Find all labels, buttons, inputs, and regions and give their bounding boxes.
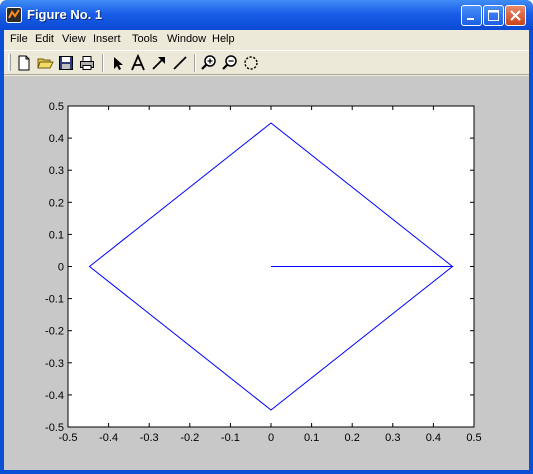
close-icon — [510, 10, 521, 21]
y-tick-label: -0.5 — [45, 422, 64, 434]
x-tick-label: -0.2 — [180, 432, 199, 444]
figure-window: Figure No. 1 File Edit View Insert Tools… — [0, 0, 533, 474]
figure-canvas[interactable]: -0.5 -0.4 -0.3 -0.2 -0.1 0 0.1 0.2 0.3 0.4 0.5 -0.5… — [4, 76, 529, 470]
minimize-button[interactable] — [461, 5, 482, 26]
x-tick-label: 0.2 — [345, 432, 360, 444]
new-document-icon — [18, 55, 30, 71]
rotate-icon — [244, 56, 258, 70]
y-tick-label: -0.2 — [45, 326, 64, 338]
open-folder-icon — [37, 58, 54, 69]
menu-tools[interactable]: Tools — [132, 33, 158, 45]
x-tick-label: 0.4 — [426, 432, 441, 444]
toolbar-separator — [102, 54, 104, 72]
zoom-in-icon — [201, 55, 216, 70]
y-tick-label: -0.1 — [45, 294, 64, 306]
x-tick-label: 0.1 — [304, 432, 319, 444]
save-button[interactable] — [57, 54, 75, 72]
matlab-figure-icon — [6, 7, 22, 23]
x-tick-label: -0.1 — [221, 432, 240, 444]
menu-window[interactable]: Window — [167, 33, 206, 45]
zoom-in-button[interactable] — [200, 54, 218, 72]
y-tick-label: -0.4 — [45, 390, 64, 402]
new-figure-button[interactable] — [15, 54, 33, 72]
text-a-icon — [131, 54, 145, 71]
y-tick-label: 0.2 — [49, 197, 64, 209]
edit-plot-button[interactable] — [108, 54, 126, 72]
line-icon — [173, 56, 187, 70]
y-tick-label: 0.1 — [49, 229, 64, 241]
close-button[interactable] — [505, 5, 526, 26]
x-tick-label: 0 — [268, 432, 274, 444]
x-tick-label: -0.3 — [140, 432, 159, 444]
zoom-out-button[interactable] — [221, 54, 239, 72]
menu-insert[interactable]: Insert — [93, 33, 121, 45]
y-tick-label: -0.3 — [45, 358, 64, 370]
axes[interactable]: -0.5 -0.4 -0.3 -0.2 -0.1 0 0.1 0.2 0.3 0.4 0.5-0.5… — [45, 101, 482, 444]
minimize-icon — [467, 18, 474, 20]
x-tick-label: -0.4 — [99, 432, 118, 444]
toolbar — [4, 50, 529, 75]
y-tick-label: 0.3 — [49, 165, 64, 177]
save-disk-icon — [59, 56, 73, 70]
insert-line-button[interactable] — [171, 54, 189, 72]
y-tick-label: 0 — [58, 262, 64, 274]
insert-text-button[interactable] — [129, 54, 147, 72]
window-title: Figure No. 1 — [27, 7, 103, 22]
toolbar-separator — [194, 54, 196, 72]
zoom-out-icon — [222, 55, 237, 70]
title-bar[interactable]: Figure No. 1 — [0, 0, 533, 30]
arrow-line-icon — [152, 57, 165, 70]
open-file-button[interactable] — [36, 54, 54, 72]
arrow-cursor-icon — [114, 57, 123, 70]
maximize-button[interactable] — [483, 5, 504, 26]
print-button[interactable] — [78, 54, 96, 72]
printer-icon — [80, 56, 94, 70]
menu-edit[interactable]: Edit — [35, 33, 54, 45]
menu-file[interactable]: File — [10, 33, 28, 45]
x-tick-label: 0.5 — [466, 432, 481, 444]
y-tick-label: 0.5 — [49, 101, 64, 113]
menu-help[interactable]: Help — [212, 33, 235, 45]
menu-view[interactable]: View — [62, 33, 86, 45]
insert-arrow-button[interactable] — [150, 54, 168, 72]
rotate-3d-button[interactable] — [242, 54, 260, 72]
maximize-icon — [488, 10, 499, 21]
x-tick-label: 0.3 — [385, 432, 400, 444]
menu-bar: File Edit View Insert Tools Window Help — [4, 30, 529, 49]
client-area: File Edit View Insert Tools Window Help — [4, 30, 529, 470]
plot-svg: -0.5 -0.4 -0.3 -0.2 -0.1 0 0.1 0.2 0.3 0.4 0.5-0.5… — [45, 101, 482, 444]
toolbar-grip[interactable] — [8, 54, 11, 71]
y-tick-label: 0.4 — [49, 133, 64, 145]
